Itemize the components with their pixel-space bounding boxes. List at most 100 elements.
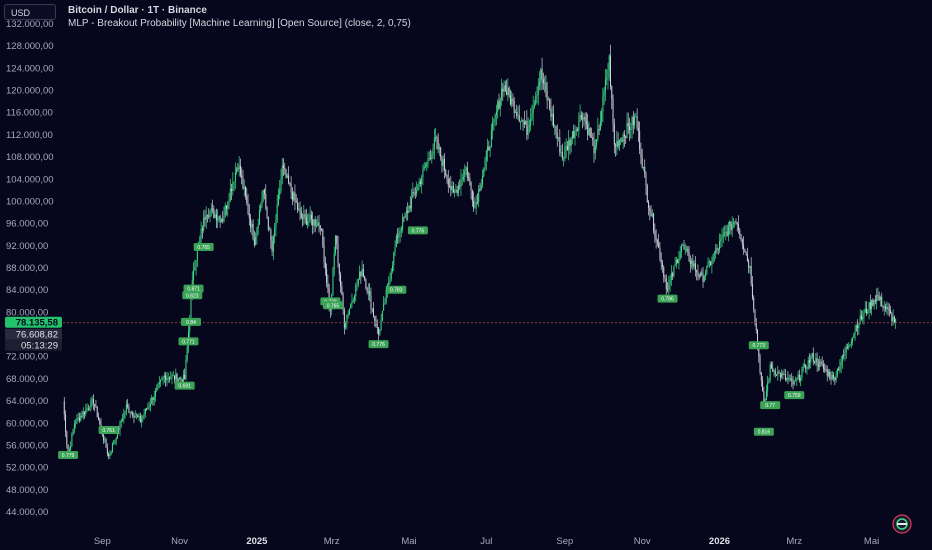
candle-body — [506, 91, 508, 95]
candle-body — [245, 187, 247, 196]
candle-body — [803, 364, 805, 367]
probability-label: 0.77 — [760, 401, 781, 410]
candle-body — [580, 115, 582, 119]
candle-body — [327, 282, 329, 289]
candle-body — [440, 147, 442, 158]
candle-body — [511, 98, 513, 105]
candle-body — [839, 365, 841, 371]
price-chart[interactable]: 132.000,00128.000,00124.000,00120.000,00… — [0, 0, 932, 550]
candle-body — [765, 391, 767, 400]
probability-label-text: 0.84 — [186, 320, 196, 326]
candle-body — [146, 408, 148, 410]
candle-body — [321, 229, 323, 231]
candle-body — [222, 219, 224, 222]
candle-body — [512, 98, 514, 101]
candle-body — [877, 294, 879, 297]
candle-body — [389, 279, 391, 283]
candle-body — [322, 229, 324, 246]
candle-body — [606, 77, 608, 80]
candle-body — [258, 210, 260, 225]
candle-body — [77, 417, 79, 419]
candle-body — [324, 262, 326, 270]
candle-body — [225, 205, 227, 209]
candle-body — [423, 166, 425, 169]
x-tick-label: Mrz — [324, 536, 340, 547]
candle-body — [597, 129, 599, 140]
candle-body — [792, 380, 794, 385]
candle-body — [232, 182, 234, 191]
probability-label-text: 0.761 — [102, 428, 115, 434]
candle-body — [679, 251, 681, 258]
candle-body — [78, 417, 80, 421]
candle-body — [563, 157, 565, 159]
y-axis[interactable]: 132.000,00128.000,00124.000,00120.000,00… — [6, 19, 54, 518]
candle-body — [468, 177, 470, 179]
candle-body — [365, 279, 367, 289]
candle-body — [171, 375, 173, 378]
candle-body — [307, 221, 309, 225]
candle-body — [526, 120, 528, 136]
candle-body — [616, 140, 618, 147]
candle-body — [675, 259, 677, 265]
candle-body — [754, 309, 756, 323]
candle-body — [285, 169, 287, 178]
candle-body — [195, 260, 197, 268]
candle-body — [717, 248, 719, 250]
candle-body — [523, 121, 525, 125]
tradingview-logo-icon[interactable] — [892, 514, 912, 534]
currency-button[interactable]: USD — [4, 4, 56, 20]
candle-body — [437, 138, 439, 150]
candle-body — [73, 423, 75, 430]
candle-body — [134, 416, 136, 418]
symbol-title: Bitcoin / Dollar · 1T · Binance — [68, 5, 207, 16]
candle-body — [203, 217, 205, 231]
candle-body — [236, 168, 238, 173]
candle-body — [228, 201, 230, 204]
candle-body — [527, 126, 529, 136]
candle-body — [731, 223, 733, 230]
candle-body — [783, 374, 785, 376]
candle-body — [740, 234, 742, 241]
candle-body — [212, 208, 214, 210]
candle-body — [550, 108, 552, 117]
candle-body — [276, 204, 278, 221]
candle-body — [323, 245, 325, 263]
candle-body — [623, 134, 625, 137]
candle-body — [214, 214, 216, 218]
candle-body — [210, 208, 212, 212]
candle-body — [808, 360, 810, 363]
candle-body — [96, 406, 98, 418]
candle-body — [549, 99, 551, 109]
candle-body — [882, 306, 884, 308]
candle-body — [360, 271, 362, 277]
candle-body — [826, 369, 828, 376]
candle-body — [384, 302, 386, 304]
candle-body — [634, 116, 636, 126]
candle-body — [413, 192, 415, 194]
candle-body — [338, 263, 340, 275]
candle-body — [428, 158, 430, 159]
candle-body — [738, 224, 740, 231]
candle-body — [640, 149, 642, 158]
candle-body — [637, 128, 639, 131]
candle-body — [852, 338, 854, 342]
candle-body — [114, 439, 116, 444]
candle-body — [111, 443, 113, 452]
y-tick-label: 60.000,00 — [6, 418, 48, 429]
candle-body — [571, 131, 573, 139]
candle-body — [829, 371, 831, 378]
candle-body — [84, 411, 86, 415]
candle-body — [522, 120, 524, 122]
candle-body — [144, 408, 146, 414]
candle-body — [883, 306, 885, 308]
probability-label: 0.783 — [386, 285, 407, 294]
candle-body — [267, 217, 269, 230]
candle-body — [124, 410, 126, 413]
candle-body — [665, 278, 667, 290]
candle-body — [293, 192, 295, 201]
candle-body — [796, 378, 798, 381]
candle-body — [514, 111, 516, 113]
candle-body — [716, 248, 718, 250]
candle-body — [395, 236, 397, 248]
candle-body — [449, 185, 451, 187]
